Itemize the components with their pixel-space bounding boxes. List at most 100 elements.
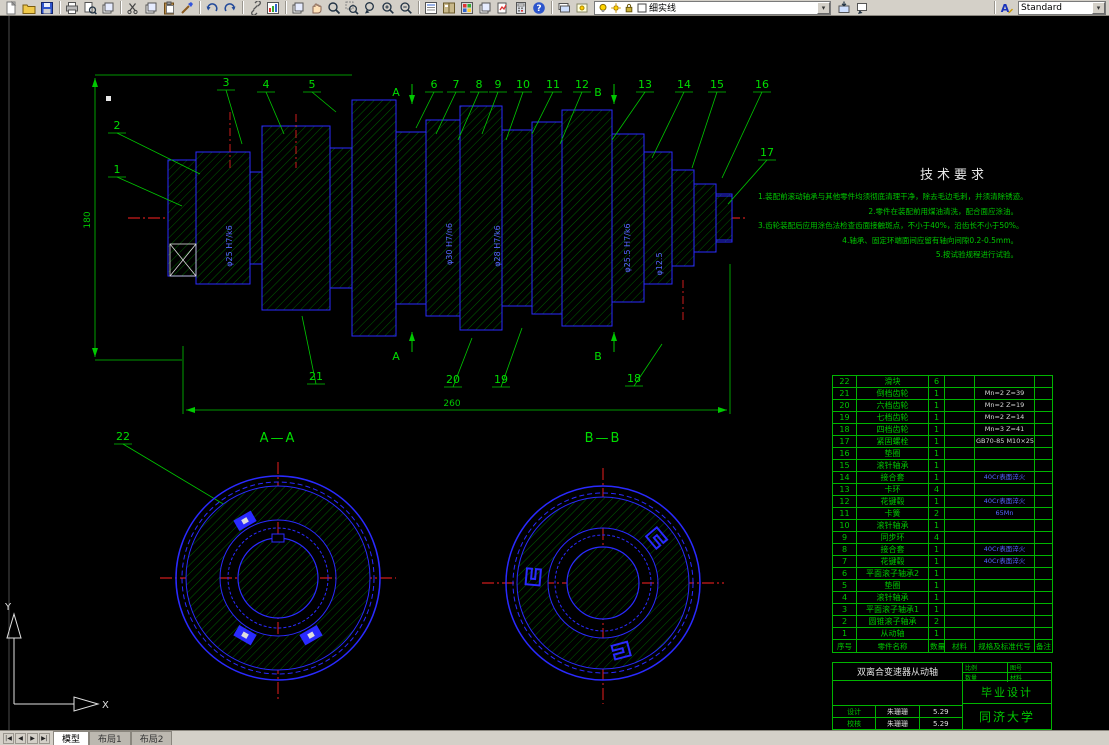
section-arrow-b-bottom: B xyxy=(594,350,602,363)
insert-ole-object-icon[interactable] xyxy=(264,0,282,15)
help-icon[interactable]: ? xyxy=(530,0,548,15)
zoom-realtime-icon[interactable] xyxy=(325,0,343,15)
parts-table-row: 17 紧固螺栓 1 GB70-85 M10×25 xyxy=(832,435,1053,448)
open-file-icon[interactable] xyxy=(20,0,38,15)
text-style-icon[interactable]: A xyxy=(998,0,1016,15)
callout-label: 16 xyxy=(755,78,769,91)
redo-icon[interactable] xyxy=(221,0,239,15)
parts-table-row: 2 圆锥滚子轴承 2 xyxy=(832,615,1053,628)
layer-previous-icon[interactable] xyxy=(853,0,871,15)
parts-table-row: 6 平面滚子轴承2 1 xyxy=(832,567,1053,580)
designcenter-icon[interactable] xyxy=(440,0,458,15)
callout-label: 15 xyxy=(710,78,724,91)
toolbar-separator xyxy=(548,0,555,15)
parts-table-row: 19 七档齿轮 1 Mn=2 Z=14 xyxy=(832,411,1053,424)
field-drawno-label: 图号 xyxy=(1007,663,1051,672)
tab-布局1[interactable]: 布局1 xyxy=(89,731,131,745)
text-style-dropdown-icon[interactable]: ▾ xyxy=(1092,1,1105,14)
first-tab-button[interactable]: |◀ xyxy=(3,732,14,744)
cut-icon[interactable] xyxy=(124,0,142,15)
text-style-combo[interactable]: Standard ▾ xyxy=(1018,0,1106,15)
title-block-blank-cell xyxy=(833,681,962,705)
section-view-b: B—B xyxy=(482,431,724,704)
toolbar-main-icons: ? xyxy=(2,0,548,15)
callout-label: 17 xyxy=(760,146,774,159)
plot-preview-icon[interactable] xyxy=(81,0,99,15)
layer-color-swatch[interactable] xyxy=(636,2,647,13)
tool-palettes-icon[interactable] xyxy=(458,0,476,15)
last-tab-button[interactable]: ▶| xyxy=(39,732,50,744)
layer-combo[interactable]: 细实线 ▾ xyxy=(594,0,831,15)
make-objects-layer-icon[interactable] xyxy=(835,0,853,15)
title-block-fields: 比例 图号 数量 材料 xyxy=(963,663,1051,682)
callout-label: 4 xyxy=(263,78,270,91)
parts-table-row: 7 花键毂 1 40Cr表面淬火 xyxy=(832,555,1053,568)
sheetset-manager-icon[interactable] xyxy=(476,0,494,15)
tab-nav-buttons: |◀ ◀ ▶ ▶| xyxy=(0,731,53,745)
tab-布局2[interactable]: 布局2 xyxy=(130,731,173,745)
sign-role: 设计 xyxy=(833,706,877,717)
next-tab-button[interactable]: ▶ xyxy=(27,732,38,744)
layout-tab-bar: |◀ ◀ ▶ ▶| 模型 布局1 布局2 xyxy=(0,730,1109,745)
text-style-combo-value: Standard xyxy=(1021,2,1062,13)
zoom-window-icon[interactable] xyxy=(343,0,361,15)
parts-table-row: 4 滚针轴承 1 xyxy=(832,591,1053,604)
title-block: 双离合变速器从动轴 比例 图号 数量 材料 设计 朱珊珊 5.29 校核 朱珊珊 xyxy=(832,662,1052,730)
section-view-a: A—A xyxy=(160,431,396,700)
parts-table-row: 5 垫圈 1 xyxy=(832,579,1053,592)
named-views-icon[interactable] xyxy=(289,0,307,15)
layer-lock-icon[interactable] xyxy=(623,2,634,13)
zoom-previous-icon[interactable] xyxy=(361,0,379,15)
callout-label: 1 xyxy=(114,163,121,176)
ucs-x-label: X xyxy=(102,700,109,711)
parts-table-row: 10 滚针轴承 1 xyxy=(832,519,1053,532)
previous-tab-button[interactable]: ◀ xyxy=(15,732,26,744)
ucs-y-label: Y xyxy=(4,602,12,613)
zoom-out-icon[interactable] xyxy=(397,0,415,15)
parts-table: 22 滑块 6 21 倒档齿轮 1 Mn=2 Z=39 20 六档齿轮 1 Mn=2 Z=19 19 七… xyxy=(832,375,1053,653)
shaft-dim-label: φ12.5 xyxy=(655,252,664,275)
layer-properties-manager-icon[interactable] xyxy=(555,0,573,15)
callout-label: 7 xyxy=(453,78,460,91)
svg-text:?: ? xyxy=(536,4,541,14)
markup-set-manager-icon[interactable] xyxy=(494,0,512,15)
match-properties-icon[interactable] xyxy=(178,0,196,15)
pan-realtime-icon[interactable] xyxy=(307,0,325,15)
main-assembly-view xyxy=(128,99,748,337)
layer-freeze-sun-icon[interactable] xyxy=(610,2,621,13)
publish-icon[interactable] xyxy=(99,0,117,15)
properties-icon[interactable] xyxy=(422,0,440,15)
parts-table-row: 21 倒档齿轮 1 Mn=2 Z=39 xyxy=(832,387,1053,400)
new-file-icon[interactable] xyxy=(2,0,20,15)
callout-label: 9 xyxy=(495,78,502,91)
callout-label: 12 xyxy=(575,78,589,91)
parts-table-body: 22 滑块 6 21 倒档齿轮 1 Mn=2 Z=39 20 六档齿轮 1 Mn=2 Z=19 19 七… xyxy=(832,375,1053,653)
layer-states-manager-icon[interactable] xyxy=(573,0,591,15)
sign-row-design: 设计 朱珊珊 5.29 xyxy=(833,705,962,717)
callout-label: 19 xyxy=(494,373,508,386)
toolbar-separator xyxy=(56,0,63,15)
plot-icon[interactable] xyxy=(63,0,81,15)
zoom-in-icon[interactable] xyxy=(379,0,397,15)
toolbar-post-layer-icons xyxy=(835,0,871,15)
layer-on-bulb-icon[interactable] xyxy=(597,2,608,13)
quickcalc-icon[interactable] xyxy=(512,0,530,15)
save-icon[interactable] xyxy=(38,0,56,15)
model-space-canvas[interactable]: 180 260 φ25 H7/k6 φ30 H7/n6 φ28 H7/k6 φ25.5… xyxy=(0,16,1109,730)
section-a-label: A—A xyxy=(260,431,297,446)
tab-模型[interactable]: 模型 xyxy=(53,731,90,745)
callout-label: 3 xyxy=(223,76,230,89)
copy-icon[interactable] xyxy=(142,0,160,15)
grip-point[interactable] xyxy=(106,96,111,101)
toolbar-layer-icons xyxy=(555,0,591,15)
undo-icon[interactable] xyxy=(203,0,221,15)
layer-combo-dropdown-icon[interactable]: ▾ xyxy=(817,1,830,14)
parts-table-row: 16 垫圈 1 xyxy=(832,447,1053,460)
callout-label: 8 xyxy=(476,78,483,91)
callout-label: 20 xyxy=(446,373,460,386)
assembly-blocks xyxy=(167,99,733,337)
insert-hyperlink-icon[interactable] xyxy=(246,0,264,15)
paste-icon[interactable] xyxy=(160,0,178,15)
callout-label: 13 xyxy=(638,78,652,91)
section-arrow-a-bottom: A xyxy=(392,350,400,363)
